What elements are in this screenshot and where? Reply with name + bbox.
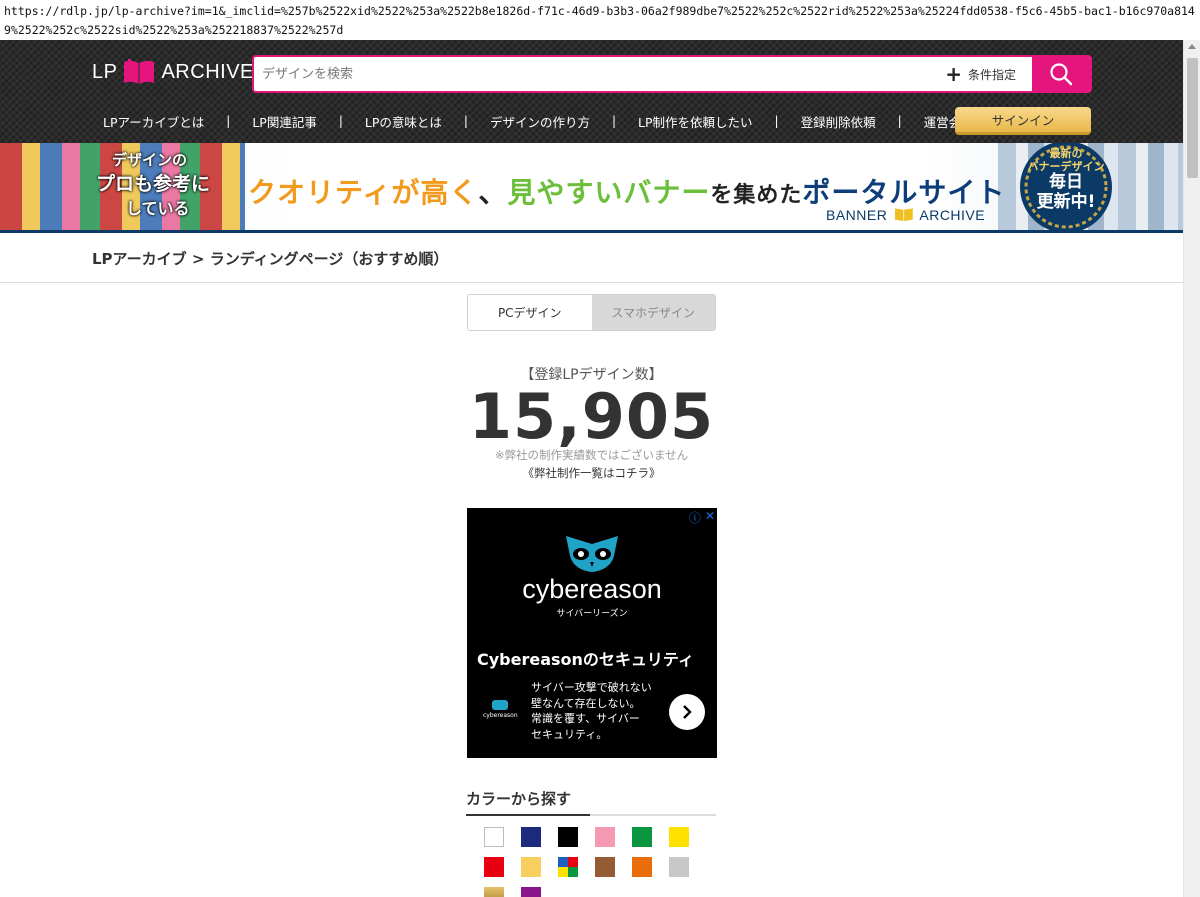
color-swatch-gold[interactable] [484,887,504,897]
color-swatch-red[interactable] [484,857,504,877]
ad-body: サイバー攻撃で破れない 壁なんて存在しない。 常識を覆す、サイバー セキュリティ… [531,680,652,742]
ad-body-line: 常識を覆す、サイバー [531,712,640,725]
color-title-underline [466,814,716,816]
scroll-up-icon[interactable] [1188,44,1196,49]
book-icon [894,208,913,221]
nav-separator: | [774,114,779,128]
tab-pc-design[interactable]: PCデザイン [468,295,592,330]
nav-item-articles[interactable]: LP関連記事 [241,112,328,131]
ad-headline: Cybereasonのセキュリティ [477,650,694,669]
condition-label: 条件指定 [967,67,1016,82]
color-swatch-yellow[interactable] [669,827,689,847]
banner-archive-logo: BANNER ARCHIVE [826,207,985,223]
works-list-link[interactable]: 《弊社制作一覧はコチラ》 [440,465,743,481]
nav-item-meaning[interactable]: LPの意味とは [354,112,453,131]
chevron-right-icon [683,705,692,719]
color-swatch-pink[interactable] [595,827,615,847]
nav-item-howto[interactable]: デザインの作り方 [479,112,601,131]
signin-button[interactable]: サインイン [955,107,1091,135]
breadcrumb: LPアーカイブ > ランディングページ（おすすめ順） [92,248,448,269]
nav-separator: | [226,114,231,128]
banner-headline-collected: を集めた [710,183,803,208]
banner-bubble-line3: している [126,199,190,218]
info-icon[interactable]: ⓘ [689,509,701,526]
ad-body-line: セキュリティ。 [531,727,608,741]
banner-headline-visible: 見やすいバナー [507,176,711,209]
count-note: ※弊社の制作実績数ではございません [494,448,689,462]
color-swatch-gray[interactable] [669,857,689,877]
color-swatch-multi[interactable] [558,857,578,877]
banner-headline: クオリティが高く、見やすいバナーを集めたポータルサイト [248,171,1005,211]
color-swatch-purple[interactable] [521,887,541,897]
color-swatch-navy[interactable] [521,827,541,847]
plus-icon: + [945,62,962,86]
breadcrumb-arrow: > [191,250,205,268]
color-swatch-green[interactable] [632,827,652,847]
search-input[interactable] [254,57,946,91]
cybereason-ad[interactable]: ⓘ ✕ cybereason サイバーリーズン Cybereasonのセキュリテ… [467,508,717,758]
page-scrollbar[interactable] [1183,40,1200,897]
site-header: LP ARCHIVE + 条件指定 LPアーカイブとは | LP関連記事 | L… [0,40,1183,143]
nav-separator: | [338,114,343,128]
banner-headline-quality: クオリティが高く [248,176,479,209]
ad-brand-sub: サイバーリーズン [556,609,628,619]
owl-mini-icon [492,700,509,710]
ad-mini-brand: cybereason [483,712,518,719]
logo-text-lp: LP [92,60,118,83]
ad-body-line: 壁なんて存在しない。 [531,696,641,710]
banner-badge-text: 最新の バナーデザイン 毎日 更新中! [1008,147,1124,212]
logo-text-archive: ARCHIVE [161,60,254,83]
underline-accent [466,814,590,816]
color-swatch-white[interactable] [484,827,504,847]
owl-logo-icon [566,536,618,572]
banner-bubble-line2: プロも参考に [96,173,211,195]
banner-bubble-line1: デザインの [112,151,188,169]
ad-next-button[interactable] [669,694,705,730]
nav-separator: | [897,114,902,128]
badge-line4: 更新中! [1036,191,1096,212]
site-logo[interactable]: LP ARCHIVE [92,58,254,86]
color-swatch-grid [484,827,704,897]
search-icon [1050,63,1073,86]
color-swatch-brown[interactable] [595,857,615,877]
search-bar: + 条件指定 [252,55,1092,93]
condition-button[interactable]: + 条件指定 [945,64,1032,84]
banner-logo-left: BANNER [826,207,888,223]
badge-line3: 毎日 [1049,172,1083,193]
nav-item-about[interactable]: LPアーカイブとは [92,112,215,131]
color-search-title: カラーから探す [466,790,572,808]
book-icon [123,59,155,85]
color-swatch-black[interactable] [558,827,578,847]
nav-item-delete-request[interactable]: 登録削除依頼 [790,112,887,131]
scrollbar-thumb[interactable] [1187,58,1198,178]
divider [0,282,1183,283]
ad-choices[interactable]: ⓘ ✕ [689,509,715,526]
breadcrumb-current: ランディングページ（おすすめ順） [209,250,449,268]
nav-separator: | [463,114,468,128]
nav-item-request[interactable]: LP制作を依頼したい [627,112,764,131]
color-swatch-orange[interactable] [632,857,652,877]
badge-line1: 最新の [1049,147,1083,160]
ad-body-line: サイバー攻撃で破れない [531,681,652,694]
banner-headline-portal: ポータルサイト [802,176,1006,209]
banner-logo-right: ARCHIVE [919,207,986,223]
device-tabs: PCデザイン スマホデザイン [467,294,716,331]
breadcrumb-root[interactable]: LPアーカイブ [92,250,187,268]
design-count: 15,905 [468,380,715,453]
color-swatch-beige[interactable] [521,857,541,877]
address-bar-url[interactable]: https://rdlp.jp/lp-archive?im=1&_imclid=… [0,0,1200,40]
main-nav: LPアーカイブとは | LP関連記事 | LPの意味とは | デザインの作り方 … [92,107,985,135]
ad-brand: cybereason [522,574,662,604]
nav-separator: | [611,114,616,128]
ad-mini-logo: cybereason [483,700,518,719]
banner-archive-ad[interactable]: デザインの プロも参考に している クオリティが高く、見やすいバナーを集めたポー… [0,143,1183,233]
close-icon[interactable]: ✕ [705,509,715,526]
search-button[interactable] [1032,57,1090,91]
tab-smartphone-design[interactable]: スマホデザイン [591,295,715,330]
banner-headline-comma: 、 [478,176,508,209]
